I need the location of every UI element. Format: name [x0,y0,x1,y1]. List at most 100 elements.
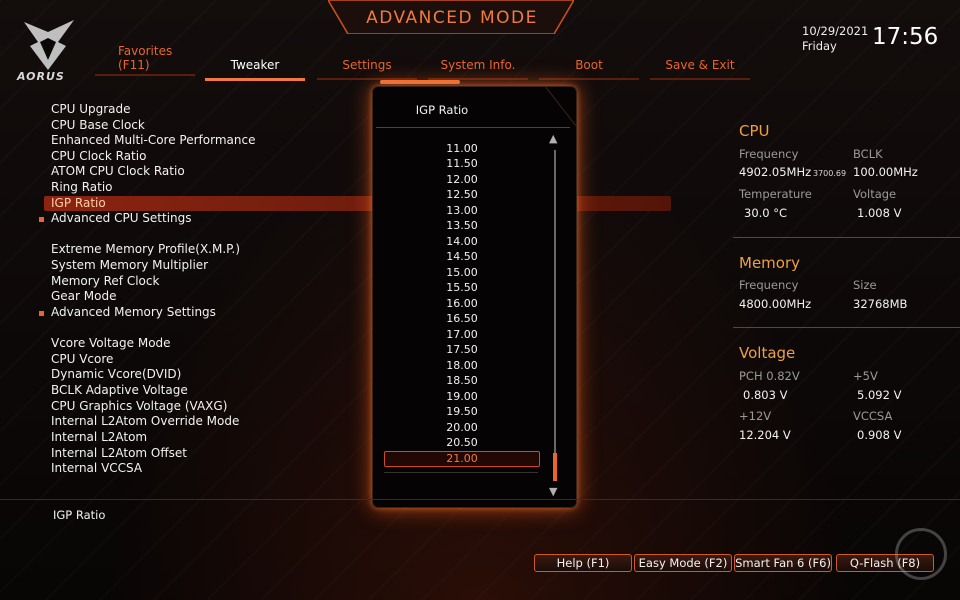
option-item[interactable]: 12.00 [412,172,512,187]
section-divider [733,237,960,238]
memory-frequency-value: 4800.00MHz [739,297,812,311]
popup-accent [380,80,460,84]
tab-favorites[interactable]: Favorites (F11) [118,44,172,72]
menu-item-internal-vccsa[interactable]: Internal VCCSA [51,461,142,476]
menu-item-atom-cpu-clock-ratio[interactable]: ATOM CPU Clock Ratio [51,164,185,179]
aorus-logo-text: AORUS [17,70,65,83]
scrollbar-track[interactable] [554,150,556,480]
menu-item-cpu-base-clock[interactable]: CPU Base Clock [51,118,145,133]
option-item[interactable]: 11.50 [412,156,512,171]
menu-item-cpu-graphics-voltage[interactable]: CPU Graphics Voltage (VAXG) [51,399,227,414]
menu-item-gear-mode[interactable]: Gear Mode [51,289,116,304]
menu-item-igp-ratio[interactable]: IGP Ratio [51,196,106,211]
popup-corner [545,86,576,126]
memory-section-title: Memory [739,254,801,272]
option-item[interactable]: 20.50 [412,435,512,450]
vccsa-value: 0.908 V [857,428,902,442]
cpu-frequency-value: 4902.05MHz [739,165,812,179]
tab-settings[interactable]: Settings [317,58,417,80]
mode-title: ADVANCED MODE [366,8,538,28]
favorites-key: (F11) [118,58,150,72]
help-button[interactable]: Help (F1) [534,554,632,572]
favorites-underline [95,74,195,76]
submenu-bullet-icon [39,217,44,222]
cpu-temperature-label: Temperature [739,187,812,201]
menu-item-system-memory-multiplier[interactable]: System Memory Multiplier [51,258,208,273]
menu-item-l2atom-offset[interactable]: Internal L2Atom Offset [51,446,187,461]
option-item[interactable]: 12.50 [412,187,512,202]
menu-item-cpu-clock-ratio[interactable]: CPU Clock Ratio [51,149,146,164]
v5-value: 5.092 V [857,388,902,402]
menu-item-memory-ref-clock[interactable]: Memory Ref Clock [51,274,159,289]
scrollbar-thumb[interactable] [553,453,557,481]
option-item[interactable]: 19.50 [412,404,512,419]
day: Friday [802,39,837,53]
favorites-label: Favorites [118,44,173,58]
menu-item-bclk-adaptive-voltage[interactable]: BCLK Adaptive Voltage [51,383,188,398]
cpu-bclk-value: 100.00MHz [853,165,918,179]
option-item[interactable]: 15.00 [412,265,512,280]
v12-value: 12.204 V [739,428,791,442]
cpu-voltage-label: Voltage [853,187,897,201]
menu-item-advanced-cpu-settings[interactable]: Advanced CPU Settings [51,211,192,226]
cpu-temperature-value: 30.0 °C [744,206,788,220]
memory-size-label: Size [853,278,877,292]
memory-size-value: 32768MB [853,297,908,311]
pch-value: 0.803 V [743,388,788,402]
cpu-voltage-value: 1.008 V [857,206,902,220]
option-item[interactable]: 13.00 [412,203,512,218]
menu-item-ring-ratio[interactable]: Ring Ratio [51,180,113,195]
tab-boot[interactable]: Boot [539,58,639,80]
watermark-icon [895,528,947,580]
cpu-section-title: CPU [739,122,770,140]
memory-frequency-label: Frequency [739,278,799,292]
menu-item-cpu-upgrade[interactable]: CPU Upgrade [51,102,131,117]
option-item[interactable]: 14.00 [412,234,512,249]
tab-system-info[interactable]: System Info. [428,58,528,80]
menu-item-cpu-vcore[interactable]: CPU Vcore [51,352,113,367]
option-item[interactable]: 13.50 [412,218,512,233]
v12-label: +12V [739,409,772,423]
menu-item-advanced-memory-settings[interactable]: Advanced Memory Settings [51,305,216,320]
menu-item-dynamic-vcore[interactable]: Dynamic Vcore(DVID) [51,367,181,382]
option-item[interactable]: 19.00 [412,389,512,404]
vccsa-label: VCCSA [853,409,893,423]
menu-item-vcore-voltage-mode[interactable]: Vcore Voltage Mode [51,336,171,351]
easy-mode-button[interactable]: Easy Mode (F2) [634,554,732,572]
cpu-bclk-label: BCLK [853,147,883,161]
section-divider [733,327,960,328]
option-item[interactable]: 20.00 [412,420,512,435]
pch-label: PCH 0.82V [739,369,800,383]
popup-list-bottom-line [384,472,538,473]
v5-label: +5V [853,369,878,383]
option-item[interactable]: 11.00 [412,141,512,156]
clock: 17:56 [872,24,939,50]
option-item-selected[interactable]: 21.00 [384,451,540,467]
option-item[interactable]: 16.50 [412,311,512,326]
voltage-section-title: Voltage [739,344,796,362]
menu-item-l2atom[interactable]: Internal L2Atom [51,430,147,445]
popup-title: IGP Ratio [415,103,469,117]
scroll-up-arrow-icon[interactable]: ▲ [549,132,557,145]
help-divider [0,499,960,500]
option-item[interactable]: 17.00 [412,327,512,342]
tab-tweaker[interactable]: Tweaker [205,58,305,81]
option-item[interactable]: 17.50 [412,342,512,357]
scroll-down-arrow-icon[interactable]: ▼ [549,485,557,498]
help-description: IGP Ratio [53,508,106,522]
menu-item-l2atom-override-mode[interactable]: Internal L2Atom Override Mode [51,414,239,429]
option-item[interactable]: 14.50 [412,249,512,264]
submenu-bullet-icon [39,311,44,316]
date: 10/29/2021 [802,24,869,38]
popup-divider [376,127,570,128]
option-item[interactable]: 18.50 [412,373,512,388]
option-item[interactable]: 18.00 [412,358,512,373]
menu-item-xmp[interactable]: Extreme Memory Profile(X.M.P.) [51,242,240,257]
smart-fan-button[interactable]: Smart Fan 6 (F6) [734,554,832,572]
cpu-frequency-sub-value: 3700.69 [813,169,847,178]
option-item[interactable]: 15.50 [412,280,512,295]
option-item[interactable]: 16.00 [412,296,512,311]
cpu-frequency-label: Frequency [739,147,799,161]
tab-save-exit[interactable]: Save & Exit [650,58,750,80]
menu-item-enhanced-multi-core[interactable]: Enhanced Multi-Core Performance [51,133,255,148]
